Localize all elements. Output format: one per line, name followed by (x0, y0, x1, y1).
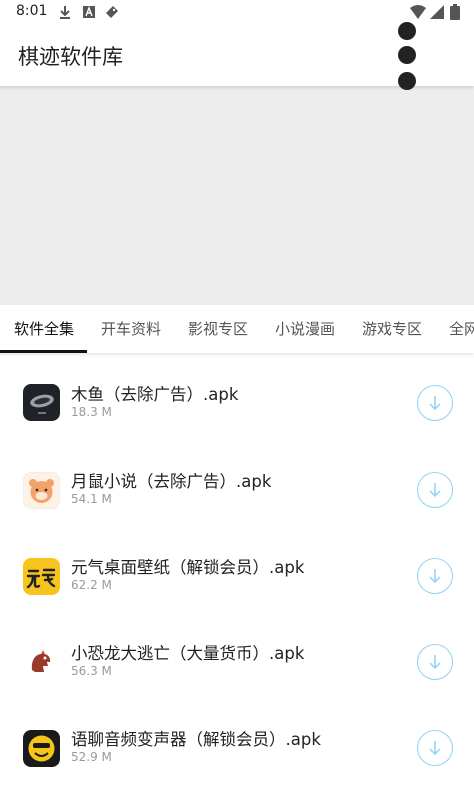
list-item[interactable]: 小恐龙大逃亡（大量货币）.apk 56.3 M (0, 611, 474, 697)
more-vert-icon[interactable] (392, 22, 422, 90)
arrow-down-icon (429, 655, 441, 670)
arrow-down-icon (429, 569, 441, 584)
list-item[interactable]: 月鼠小说（去除广告）.apk 54.1 M (0, 439, 474, 525)
tab-driving-materials[interactable]: 开车资料 (101, 305, 161, 353)
app-size: 54.1 M (71, 492, 112, 506)
app-size: 62.2 M (71, 578, 112, 592)
download-button[interactable] (417, 730, 453, 766)
wifi-icon (410, 4, 426, 19)
app-name: 小恐龙大逃亡（大量货币）.apk (71, 644, 305, 663)
app-size: 52.9 M (71, 750, 112, 764)
app-name: 月鼠小说（去除广告）.apk (71, 472, 272, 491)
app-size: 18.3 M (71, 405, 112, 419)
wooden-fish-app-icon (23, 384, 60, 421)
tab-indicator (0, 350, 87, 353)
signal-icon (430, 4, 444, 19)
download-button[interactable] (417, 644, 453, 680)
tab-whole-web[interactable]: 全网 (449, 305, 474, 353)
battery-icon (450, 4, 460, 20)
tab-games[interactable]: 游戏专区 (362, 305, 422, 353)
download-icon (58, 4, 72, 19)
list-item[interactable]: 元气桌面壁纸（解锁会员）.apk 62.2 M (0, 525, 474, 611)
status-bar: 8:01 (0, 0, 474, 24)
banner-area (0, 86, 474, 305)
category-tabs: 软件全集 开车资料 影视专区 小说漫画 游戏专区 全网 (0, 305, 474, 353)
list-item[interactable]: 木鱼（去除广告）.apk 18.3 M (0, 353, 474, 439)
hamster-app-icon (23, 472, 60, 509)
app-title: 棋迹软件库 (18, 45, 123, 69)
app-name: 木鱼（去除广告）.apk (71, 385, 239, 404)
download-button[interactable] (417, 385, 453, 421)
voice-changer-app-icon (23, 730, 60, 767)
arrow-down-icon (429, 396, 441, 411)
download-button[interactable] (417, 472, 453, 508)
app-size: 56.3 M (71, 664, 112, 678)
arrow-down-icon (429, 741, 441, 756)
download-button[interactable] (417, 558, 453, 594)
dinosaur-app-icon (23, 644, 60, 681)
app-bar: 棋迹软件库 (0, 22, 474, 90)
list-item[interactable]: 语聊音频变声器（解锁会员）.apk 52.9 M (0, 697, 474, 783)
tab-novels-comics[interactable]: 小说漫画 (275, 305, 335, 353)
app-name: 语聊音频变声器（解锁会员）.apk (71, 730, 321, 749)
tab-movies[interactable]: 影视专区 (188, 305, 248, 353)
tag-icon (105, 4, 119, 18)
arrow-down-icon (429, 483, 441, 498)
yuanqi-app-icon (23, 558, 60, 595)
app-name: 元气桌面壁纸（解锁会员）.apk (71, 558, 305, 577)
tab-software-all[interactable]: 软件全集 (14, 305, 74, 353)
a-notification-icon (82, 4, 96, 18)
status-time: 8:01 (16, 3, 48, 19)
